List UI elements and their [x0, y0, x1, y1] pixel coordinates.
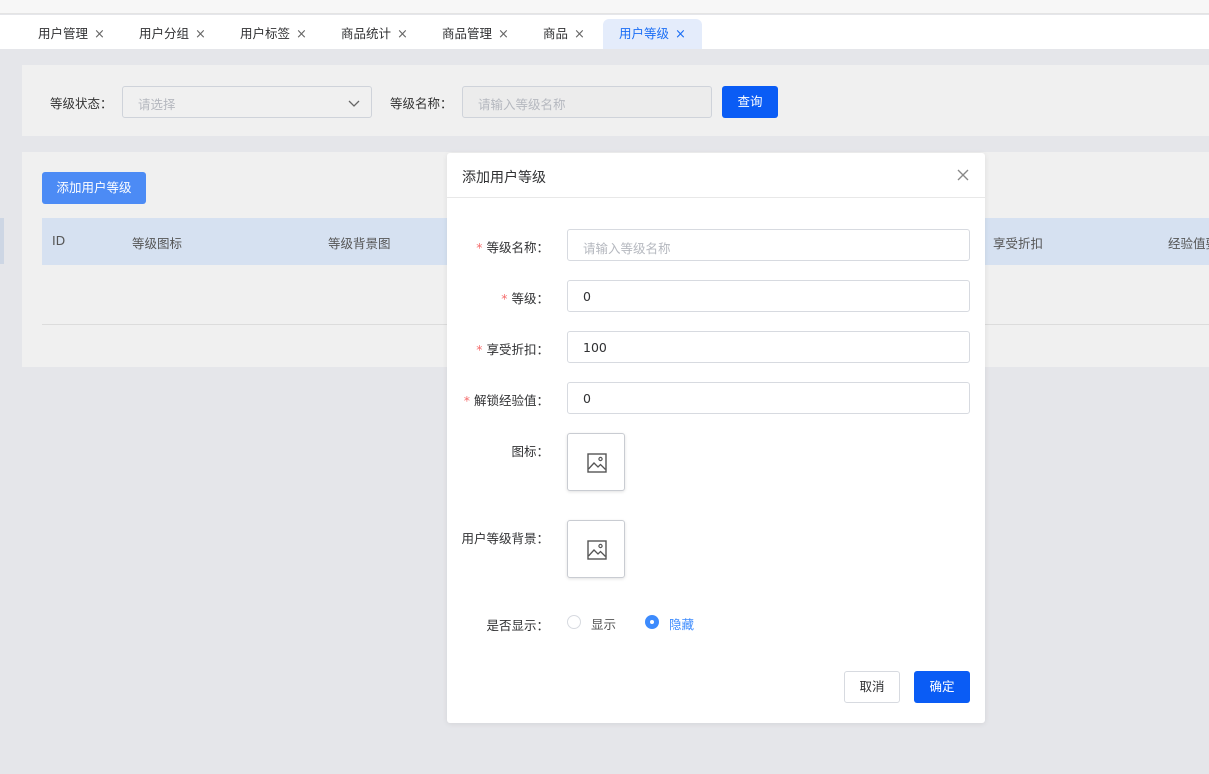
tab-product[interactable]: 商品 ×: [527, 19, 585, 49]
level-input[interactable]: 0: [567, 280, 970, 312]
image-upload-icon: [587, 540, 607, 560]
discount-input[interactable]: 100: [567, 331, 970, 363]
background-label: 用户等级背景：: [461, 531, 549, 546]
column-header-background: 等级背景图: [328, 236, 391, 251]
top-strip: [0, 0, 1209, 14]
cancel-button[interactable]: 取消: [844, 671, 900, 703]
column-header-id: ID: [52, 233, 66, 248]
left-edge-marker: [0, 218, 4, 264]
tab-label: 商品: [543, 26, 569, 41]
radio-show-label: 显示: [591, 617, 617, 632]
level-name-input[interactable]: 请输入等级名称: [567, 229, 970, 261]
name-search-input[interactable]: 请输入等级名称: [462, 86, 712, 118]
column-header-icon: 等级图标: [132, 236, 183, 251]
exp-input[interactable]: 0: [567, 382, 970, 414]
tab-label: 用户标签: [240, 26, 291, 41]
discount-label: * 享受折扣：: [476, 342, 549, 357]
tab-user-management[interactable]: 用户管理 ×: [22, 19, 105, 49]
dialog-divider: [447, 197, 985, 198]
exp-value: 0: [583, 391, 591, 406]
exp-label: * 解锁经验值：: [463, 393, 549, 408]
discount-value: 100: [583, 340, 607, 355]
level-name-placeholder: 请输入等级名称: [583, 241, 671, 256]
close-icon[interactable]: ×: [397, 20, 408, 50]
close-icon[interactable]: ×: [296, 20, 307, 50]
tab-product-management[interactable]: 商品管理 ×: [426, 19, 509, 49]
tab-label: 商品统计: [341, 26, 392, 41]
image-upload-icon: [587, 453, 607, 473]
tab-label: 用户等级: [619, 26, 670, 41]
name-search-placeholder: 请输入等级名称: [478, 97, 566, 112]
name-filter-label: 等级名称：: [390, 96, 453, 111]
tab-label: 商品管理: [442, 26, 493, 41]
radio-circle: [645, 615, 659, 629]
query-button[interactable]: 查询: [722, 86, 778, 118]
tab-user-group[interactable]: 用户分组 ×: [123, 19, 206, 49]
level-name-label: * 等级名称：: [476, 240, 549, 255]
close-icon[interactable]: ×: [195, 20, 206, 50]
status-filter-label: 等级状态：: [50, 96, 113, 111]
chevron-down-icon: [348, 100, 360, 107]
status-select[interactable]: 请选择: [122, 86, 372, 118]
level-value: 0: [583, 289, 591, 304]
radio-circle: [567, 615, 581, 629]
tab-product-stats[interactable]: 商品统计 ×: [325, 19, 408, 49]
radio-hide-label: 隐藏: [669, 617, 695, 632]
confirm-button[interactable]: 确定: [914, 671, 970, 703]
close-icon[interactable]: ×: [94, 20, 105, 50]
close-icon[interactable]: ×: [675, 20, 686, 50]
column-header-exp: 经验值要求: [1168, 236, 1209, 251]
visible-label: 是否显示：: [486, 618, 549, 633]
status-select-placeholder: 请选择: [138, 97, 176, 112]
filter-panel: 等级状态： 请选择 等级名称： 请输入等级名称 查询: [22, 65, 1209, 136]
tab-user-level[interactable]: 用户等级 ×: [603, 19, 702, 49]
add-user-level-button[interactable]: 添加用户等级: [42, 172, 146, 204]
tab-bar: 用户管理 × 用户分组 × 用户标签 × 商品统计 × 商品管理 × 商品 × 用户等级 ×: [0, 15, 1209, 49]
close-icon[interactable]: ×: [498, 20, 509, 50]
close-icon[interactable]: ×: [574, 20, 585, 50]
background-upload[interactable]: [567, 520, 625, 578]
level-label: * 等级：: [501, 291, 549, 306]
required-mark: *: [476, 240, 483, 255]
tab-label: 用户管理: [38, 26, 89, 41]
dialog-title: 添加用户等级: [462, 170, 546, 186]
required-mark: *: [476, 342, 483, 357]
required-mark: *: [501, 291, 508, 306]
add-user-level-dialog: 添加用户等级 * 等级名称： 请输入等级名称 * 等级： 0 * 享受折扣： 100 …: [447, 153, 985, 723]
tab-user-tags[interactable]: 用户标签 ×: [224, 19, 307, 49]
column-header-discount: 享受折扣: [993, 236, 1044, 251]
icon-upload[interactable]: [567, 433, 625, 491]
required-mark: *: [463, 393, 470, 408]
icon-label: 图标：: [511, 444, 549, 459]
close-icon[interactable]: [955, 167, 971, 183]
tab-label: 用户分组: [139, 26, 190, 41]
